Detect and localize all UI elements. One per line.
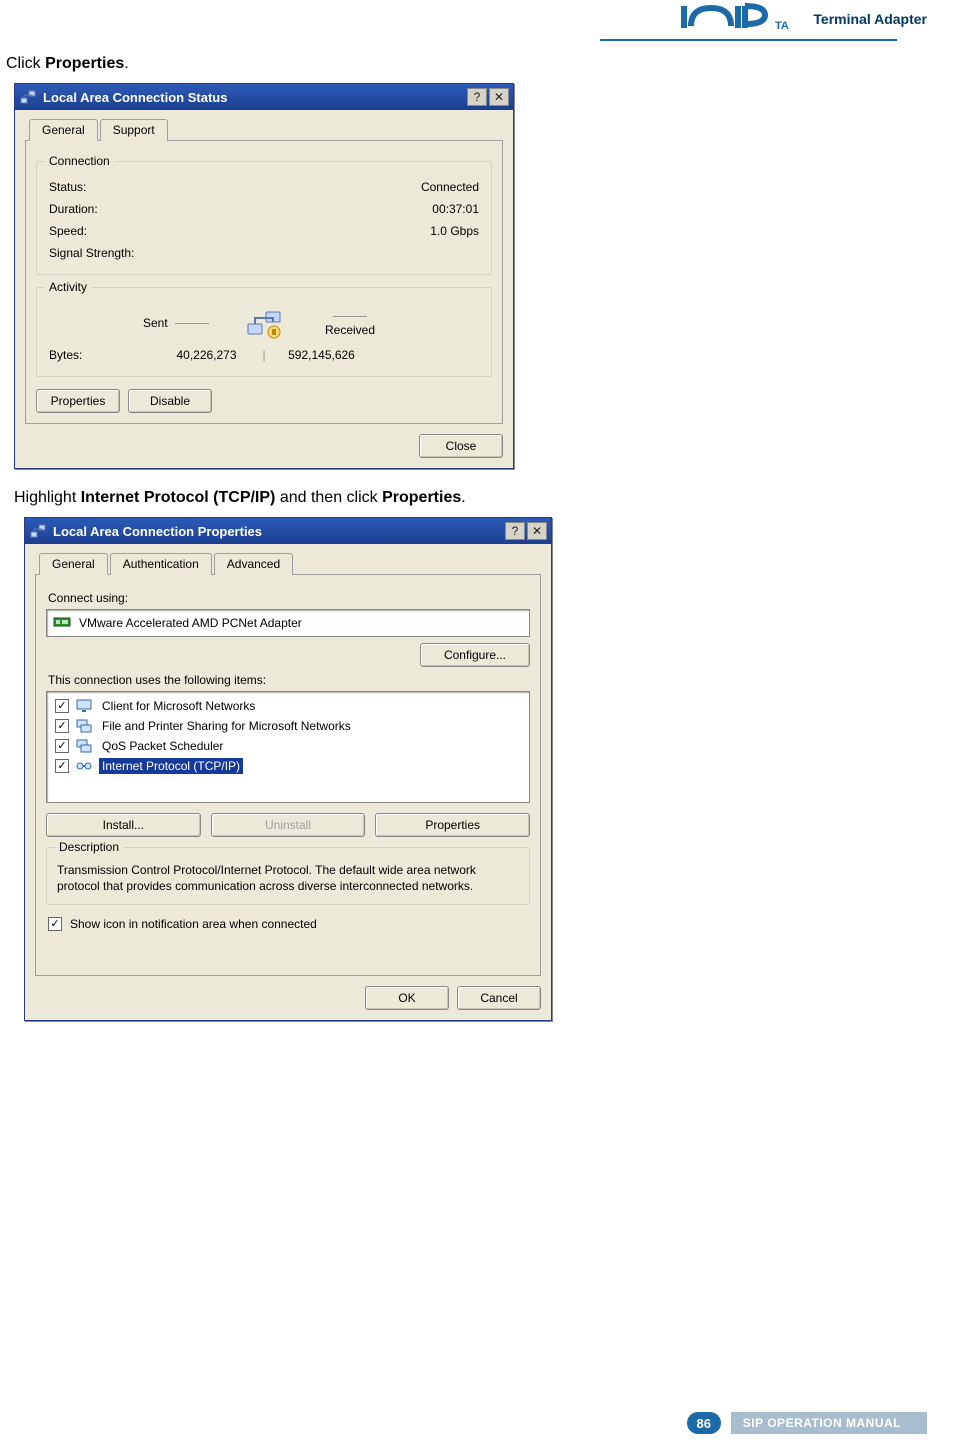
share-icon [75,718,93,734]
instr2-prefix: Highlight [14,489,81,506]
received-label: Received [307,309,393,337]
svg-text:TA: TA [775,20,789,32]
properties-button[interactable]: Properties [36,389,120,413]
list-item[interactable]: ✓ Client for Microsoft Networks [53,696,523,716]
duration-label: Duration: [49,202,98,216]
received-label-text: Received [325,323,375,337]
monitor-icon [75,698,93,714]
sip-logo-icon: TA [681,2,807,35]
instr2-mid: and then click [275,489,382,506]
items-label: This connection uses the following items… [48,673,530,687]
close-button[interactable]: Close [419,434,503,458]
list-item-label: File and Printer Sharing for Microsoft N… [99,718,354,734]
signal-strength-label: Signal Strength: [49,246,134,260]
install-button[interactable]: Install... [46,813,201,837]
status-tab-panel: Connection Status: Connected Duration: 0… [25,140,503,424]
list-item-label: QoS Packet Scheduler [99,738,226,754]
connection-items-list[interactable]: ✓ Client for Microsoft Networks ✓ File and … [46,691,530,803]
instr1-suffix: . [124,55,128,72]
item-checkbox[interactable]: ✓ [55,699,69,713]
page-header: TA Terminal Adapter [0,0,957,41]
speed-label: Speed: [49,224,87,238]
list-item-label: Client for Microsoft Networks [99,698,258,714]
brand-underline [600,39,897,41]
speed-value: 1.0 Gbps [430,224,479,238]
description-group: Description Transmission Control Protoco… [46,847,530,905]
network-activity-icon [221,306,307,340]
properties-dialog-title: Local Area Connection Properties [53,524,505,539]
duration-value: 00:37:01 [432,202,479,216]
status-dialog: Local Area Connection Status ? ✕ General… [14,83,514,469]
close-icon[interactable]: ✕ [527,522,547,540]
adapter-name: VMware Accelerated AMD PCNet Adapter [79,616,302,630]
instr1-prefix: Click [6,55,45,72]
sent-label: Sent [135,316,221,330]
connection-legend: Connection [45,154,114,168]
instruction-step-1: Click Properties. [6,55,957,73]
list-item[interactable]: ✓ QoS Packet Scheduler [53,736,523,756]
manual-title: SIP OPERATION MANUAL [731,1412,927,1434]
instr2-bold2: Properties [382,489,461,506]
item-checkbox[interactable]: ✓ [55,739,69,753]
sent-bytes-value: 40,226,273 [154,348,259,362]
list-item[interactable]: ✓ Internet Protocol (TCP/IP) [53,756,523,776]
received-bytes-value: 592,145,626 [269,348,374,362]
instruction-step-2: Highlight Internet Protocol (TCP/IP) and… [14,489,957,507]
tab-authentication[interactable]: Authentication [110,553,212,575]
help-button[interactable]: ? [467,88,487,106]
share-icon [75,738,93,754]
adapter-field[interactable]: VMware Accelerated AMD PCNet Adapter [46,609,530,637]
ok-button[interactable]: OK [365,986,449,1010]
proto-icon [75,758,93,774]
disable-button[interactable]: Disable [128,389,212,413]
bytes-label: Bytes: [49,348,154,362]
help-button[interactable]: ? [505,522,525,540]
properties-tab-panel: Connect using: VMware Accelerated AMD PC… [35,574,541,976]
connect-using-label: Connect using: [48,591,530,605]
brand-text: Terminal Adapter [813,11,927,27]
page-number-badge: 86 [687,1412,721,1434]
tab-advanced[interactable]: Advanced [214,553,293,575]
description-legend: Description [55,840,123,854]
connection-icon [29,522,47,540]
connection-group: Connection Status: Connected Duration: 0… [36,161,492,275]
item-checkbox[interactable]: ✓ [55,719,69,733]
instr1-bold: Properties [45,55,124,72]
close-icon[interactable]: ✕ [489,88,509,106]
page-footer: 86 SIP OPERATION MANUAL [687,1412,927,1434]
list-item[interactable]: ✓ File and Printer Sharing for Microsoft … [53,716,523,736]
description-text: Transmission Control Protocol/Internet P… [57,862,519,894]
adapter-icon [53,615,71,632]
cancel-button[interactable]: Cancel [457,986,541,1010]
status-tabs: General Support [25,118,503,141]
activity-legend: Activity [45,280,91,294]
instr2-suffix: . [461,489,465,506]
status-label: Status: [49,180,86,194]
configure-button[interactable]: Configure... [420,643,530,667]
properties-tabs: General Authentication Advanced [35,552,541,575]
tab-general[interactable]: General [29,119,98,141]
status-value: Connected [421,180,479,194]
uninstall-button[interactable]: Uninstall [211,813,366,837]
activity-group: Activity Sent [36,287,492,377]
properties-dialog-titlebar[interactable]: Local Area Connection Properties ? ✕ [25,518,551,544]
tab-general[interactable]: General [39,553,108,575]
connection-icon [19,88,37,106]
item-checkbox[interactable]: ✓ [55,759,69,773]
status-dialog-titlebar[interactable]: Local Area Connection Status ? ✕ [15,84,513,110]
item-properties-button[interactable]: Properties [375,813,530,837]
properties-dialog: Local Area Connection Properties ? ✕ Gen… [24,517,552,1021]
list-item-label: Internet Protocol (TCP/IP) [99,758,243,774]
show-icon-label: Show icon in notification area when conn… [70,917,317,931]
brand: TA Terminal Adapter [681,2,927,35]
status-dialog-title: Local Area Connection Status [43,90,467,105]
tab-support[interactable]: Support [100,119,168,141]
sent-label-text: Sent [143,316,168,330]
instr2-bold1: Internet Protocol (TCP/IP) [81,489,276,506]
show-icon-checkbox[interactable]: ✓ [48,917,62,931]
